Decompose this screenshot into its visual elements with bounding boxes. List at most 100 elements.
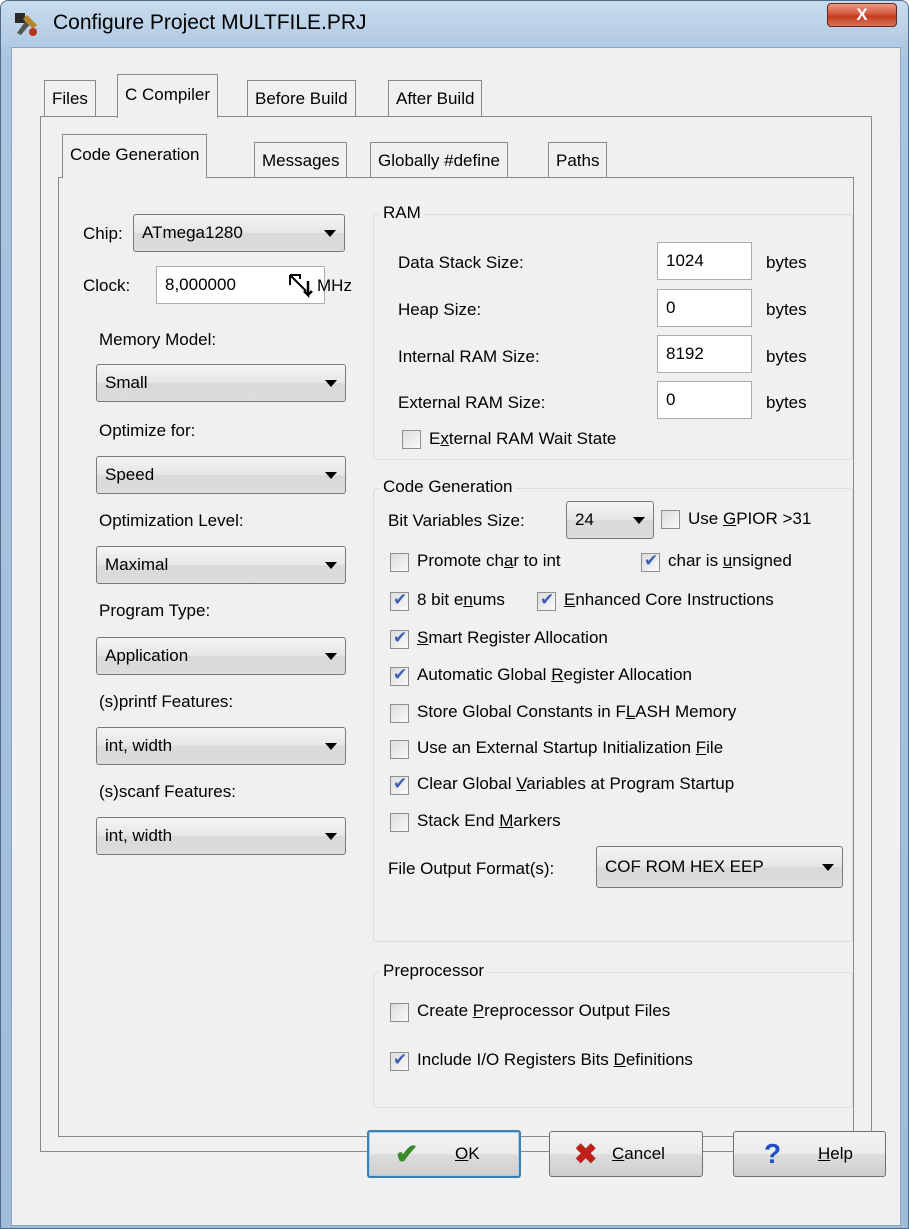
cancel-button[interactable]: ✖ Cancel [549,1131,703,1177]
close-button[interactable]: X [827,3,897,27]
ram-legend: RAM [380,203,424,223]
tab-globally-define[interactable]: Globally #define [370,142,508,178]
memory-model-value: Small [105,373,148,392]
code-generation-legend: Code Generation [380,477,516,497]
tab-before-build[interactable]: Before Build [247,80,356,116]
optimization-level-select[interactable]: Maximal [96,546,346,584]
bit-enums-label[interactable]: 8 bit enums [417,590,505,610]
enhanced-core-label[interactable]: Enhanced Core Instructions [564,590,774,610]
chip-select[interactable]: ATmega1280 [133,214,345,252]
help-label: Help [818,1144,853,1163]
external-startup-checkbox[interactable] [390,740,409,759]
heap-size-unit: bytes [766,300,807,319]
optimize-for-value: Speed [105,465,155,484]
clock-label: Clock: [83,276,131,295]
bit-variables-value: 24 [575,510,594,529]
create-preprocessor-checkbox[interactable] [390,1003,409,1022]
external-ram-unit: bytes [766,393,807,412]
chip-label: Chip: [83,224,123,243]
auto-global-register-checkbox[interactable] [390,665,409,686]
use-gpior-label[interactable]: Use GPIOR >31 [688,509,811,529]
tab-files[interactable]: Files [44,80,96,116]
ok-label: OK [455,1144,480,1163]
file-output-select[interactable]: COF ROM HEX EEP [596,846,843,888]
preprocessor-group: Preprocessor Create Preprocessor Output … [373,961,853,1108]
clock-value: 8,000000 [165,275,236,294]
clock-unit: MHz [317,276,352,295]
chip-value: ATmega1280 [142,223,243,242]
internal-ram-unit: bytes [766,347,807,366]
tab-paths[interactable]: Paths [548,142,608,178]
scanf-features-select[interactable]: int, width [96,817,346,855]
memory-model-select[interactable]: Small [96,364,346,402]
file-output-label: File Output Format(s): [388,859,555,878]
enhanced-core-checkbox[interactable] [537,590,556,611]
cross-icon: ✖ [574,1138,598,1170]
scanf-features-label: (s)scanf Features: [99,782,236,801]
stack-end-markers-label[interactable]: Stack End Markers [417,811,561,831]
optimization-level-value: Maximal [105,555,169,574]
include-io-checkbox[interactable] [390,1050,409,1071]
promote-char-label[interactable]: Promote char to int [417,551,561,571]
external-startup-label[interactable]: Use an External Startup Initialization F… [417,738,723,758]
wait-state-label[interactable]: External RAM Wait State [429,429,616,449]
stack-end-markers-checkbox[interactable] [390,813,409,832]
clock-spinner-icon[interactable] [286,271,314,299]
char-unsigned-label[interactable]: char is unsigned [668,551,792,571]
data-stack-label: Data Stack Size: [398,253,524,272]
wait-state-checkbox[interactable] [402,430,421,449]
tab-c-compiler[interactable]: C Compiler [117,74,219,118]
printf-features-label: (s)printf Features: [99,692,234,711]
data-stack-input[interactable]: 1024 [657,242,752,280]
smart-register-label[interactable]: Smart Register Allocation [417,628,608,648]
optimize-for-select[interactable]: Speed [96,456,346,494]
ok-button[interactable]: ✔ OK [367,1130,521,1178]
auto-global-register-label[interactable]: Automatic Global Register Allocation [417,665,692,685]
external-ram-value: 0 [666,390,676,409]
chevron-down-icon [324,230,336,237]
chevron-down-icon [325,833,337,840]
tab-after-build[interactable]: After Build [388,80,483,116]
program-type-value: Application [105,646,189,665]
window-title: Configure Project MULTFILE.PRJ [53,11,367,34]
bit-variables-select[interactable]: 24 [566,501,654,539]
bit-enums-checkbox[interactable] [390,590,409,611]
create-preprocessor-label[interactable]: Create Preprocessor Output Files [417,1001,670,1021]
printf-features-value: int, width [105,736,173,755]
smart-register-checkbox[interactable] [390,628,409,649]
memory-model-label: Memory Model: [99,330,217,349]
internal-ram-input[interactable]: 8192 [657,335,752,373]
use-gpior-checkbox[interactable] [661,510,680,529]
optimization-level-label: Optimization Level: [99,511,244,530]
store-flash-label[interactable]: Store Global Constants in FLASH Memory [417,702,736,722]
heap-size-input[interactable]: 0 [657,289,752,327]
printf-features-select[interactable]: int, width [96,727,346,765]
code-generation-panel: Chip: ATmega1280 Clock: 8,000000 MHz Mem… [58,177,854,1137]
program-type-select[interactable]: Application [96,637,346,675]
heap-size-label: Heap Size: [398,300,482,319]
c-compiler-panel: Code Generation Messages Globally #defin… [40,116,872,1152]
tab-messages[interactable]: Messages [254,142,348,178]
clear-globals-checkbox[interactable] [390,774,409,795]
window-frame: Configure Project MULTFILE.PRJ X Files C… [0,0,909,1229]
chevron-down-icon [325,653,337,660]
chevron-down-icon [325,562,337,569]
external-ram-input[interactable]: 0 [657,381,752,419]
program-type-label: Program Type: [99,601,211,620]
tab-code-generation[interactable]: Code Generation [62,134,208,178]
optimize-for-label: Optimize for: [99,421,196,440]
internal-ram-label: Internal RAM Size: [398,347,540,366]
include-io-label[interactable]: Include I/O Registers Bits Definitions [417,1050,693,1070]
ram-group: RAM Data Stack Size: 1024 bytes Heap Siz… [373,203,853,460]
help-button[interactable]: ? Help [733,1131,886,1177]
promote-char-checkbox[interactable] [390,553,409,572]
title-bar[interactable]: Configure Project MULTFILE.PRJ X [1,1,908,47]
char-unsigned-checkbox[interactable] [641,551,660,572]
internal-ram-value: 8192 [666,344,704,363]
store-flash-checkbox[interactable] [390,704,409,723]
external-ram-label: External RAM Size: [398,393,546,412]
code-generation-group: Code Generation Bit Variables Size: 24 U… [373,477,853,942]
clear-globals-label[interactable]: Clear Global Variables at Program Startu… [417,774,734,794]
chevron-down-icon [325,380,337,387]
cancel-label: Cancel [612,1144,665,1163]
